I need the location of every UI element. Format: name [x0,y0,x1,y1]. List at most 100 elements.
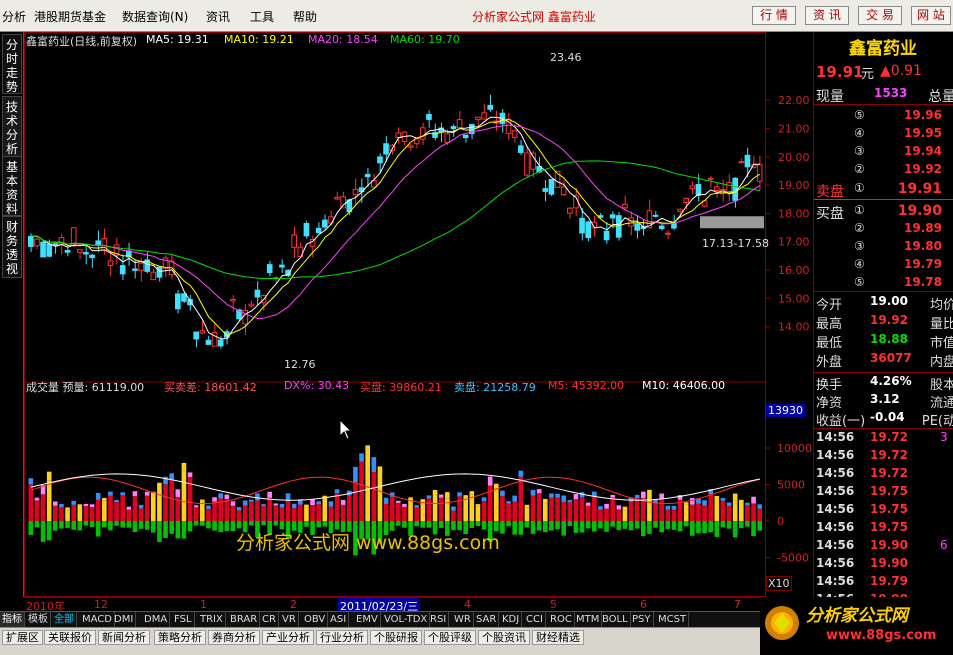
buy-volume-bar [426,498,432,521]
buy-volume-bar [665,509,671,521]
tab-technical[interactable]: 技术分析 [2,96,22,158]
tab-financials[interactable]: 财务透视 [2,216,22,278]
news-button[interactable]: 资 讯 [805,6,849,25]
indicator-tab[interactable]: FSL [172,612,195,627]
mixed-volume-bar [555,493,560,498]
buy-volume-bar [745,505,750,521]
indicator-tab[interactable]: PSY [630,612,654,627]
indicator-tab[interactable]: MCST [656,612,690,627]
sell-order-row[interactable]: ⑤ 19.96 [814,108,953,126]
high-price-marker: 23.46 [550,51,582,64]
tab-intraday[interactable]: 分时走势 [2,34,22,94]
bottom-tab[interactable]: 个股评级 [424,630,476,645]
buy-volume-bar [255,500,260,521]
sell-order-row[interactable]: ④ 19.95 [814,126,953,144]
bottom-tab[interactable]: 行业分析 [316,630,368,645]
bottom-tab[interactable]: 新闻分析 [98,630,150,645]
buy-volume-bar [34,500,40,521]
menu-hk-futures-funds[interactable]: 港股期货基金 [34,8,106,25]
indicator-tab[interactable]: MACD [80,612,115,627]
trade-button[interactable]: 交 易 [858,6,902,25]
sell-volume-bar [212,521,217,531]
buy-volume-bar [353,482,358,521]
indicator-tab[interactable]: EMV [354,612,381,627]
bottom-tab[interactable]: 财经精选 [532,630,584,645]
candle-body [652,214,659,217]
sell-volume-bar [500,521,505,534]
tab-fundamentals[interactable]: 基本资料 [2,156,22,216]
order-level-index: ② [854,221,865,235]
menu-news[interactable]: 资讯 [206,8,230,25]
website-button[interactable]: 网 站 [911,6,951,25]
buy1-price[interactable]: 19.90 [898,203,942,219]
indicator-tab[interactable]: CR [260,612,279,627]
volume-legend-item: 买盘: 39860.21 [360,381,442,394]
indicator-tab[interactable]: VOL-TDX [382,612,431,627]
sell-volume-bar [71,521,76,530]
buy-volume-bar [261,506,266,521]
buy-order-row[interactable]: ② 19.89 [814,221,953,239]
mixed-volume-bar [181,462,187,471]
indicator-tab[interactable]: BOLL [600,612,631,627]
range-label: 17.13-17.58 [702,237,769,250]
bottom-tab[interactable]: 扩展区 [2,630,43,645]
mixed-volume-bar [610,495,615,498]
mixed-volume-bar [438,494,444,498]
stat-row: 换手 4.26% 股本 [814,374,953,393]
indicator-tab[interactable]: ASI [328,612,350,627]
kline-chart[interactable]: 22.00 21.00 20.00 19.00 18.00 17.00 16.00 15.00… [24,32,813,597]
indicator-tab[interactable]: SAR [474,612,500,627]
sell-volume-bar [536,521,542,531]
indicator-tab[interactable]: CCI [524,612,546,627]
sell1-price[interactable]: 19.91 [898,181,942,197]
bottom-tab[interactable]: 产业分析 [262,630,314,645]
indicator-tab[interactable]: KDJ [500,612,523,627]
sell-volume-bar [610,521,615,527]
indicator-tab[interactable]: DMI [112,612,137,627]
bottom-tab[interactable]: 策略分析 [154,630,206,645]
buy-volume-bar [291,508,297,521]
sell-order-row[interactable]: ② 19.92 [814,162,953,180]
candle-body [426,113,432,120]
indicator-tab[interactable]: TRIX [198,612,226,627]
indicator-tab[interactable]: VR [280,612,299,627]
sell-volume-bar [567,521,573,526]
indicator-tab[interactable]: 指标 [0,612,25,627]
mixed-volume-bar [451,506,456,511]
indicator-tab[interactable]: 全部 [52,612,77,627]
indicator-tab[interactable]: ROC [548,612,575,627]
buy-volume-bar [481,501,487,521]
candle-body [52,243,59,246]
bottom-tab[interactable]: 关联报价 [44,630,96,645]
sell-volume-bar [714,521,720,537]
indicator-tab[interactable]: RSI [428,612,450,627]
chart-panel[interactable]: 22.00 21.00 20.00 19.00 18.00 17.00 16.00 15.00… [24,32,813,597]
indicator-tab[interactable]: WR [452,612,474,627]
mixed-volume-bar [291,503,297,509]
mixed-volume-bar [414,505,419,508]
mixed-volume-bar [65,507,70,511]
sell-order-row[interactable]: ③ 19.94 [814,144,953,162]
volume-tick-label: -5000 [777,552,809,565]
indicator-tab[interactable]: BRAR [228,612,261,627]
buy-order-row[interactable]: ④ 19.79 [814,257,953,275]
mixed-volume-bar [53,501,58,506]
sell-volume-bar [420,521,426,528]
candle-body [181,293,187,302]
candle-body [34,238,40,247]
menu-data-query[interactable]: 数据查询(N) [122,8,188,25]
indicator-tab[interactable]: MTM [574,612,603,627]
menu-tools[interactable]: 工具 [250,8,274,25]
buy-order-row[interactable]: ③ 19.80 [814,239,953,257]
indicator-tab[interactable]: DMA [142,612,171,627]
indicator-tab[interactable]: OBV [302,612,329,627]
menu-help[interactable]: 帮助 [293,8,317,25]
quote-button[interactable]: 行 情 [752,6,796,25]
menu-analysis[interactable]: 分析 [2,8,26,25]
mixed-volume-bar [469,491,475,495]
bottom-tab[interactable]: 个股研报 [370,630,422,645]
bottom-tab[interactable]: 券商分析 [208,630,260,645]
indicator-tab[interactable]: 模板 [26,612,51,627]
bottom-tab[interactable]: 个股资讯 [478,630,530,645]
volume-legend-item: DX%: 30.43 [284,379,350,392]
